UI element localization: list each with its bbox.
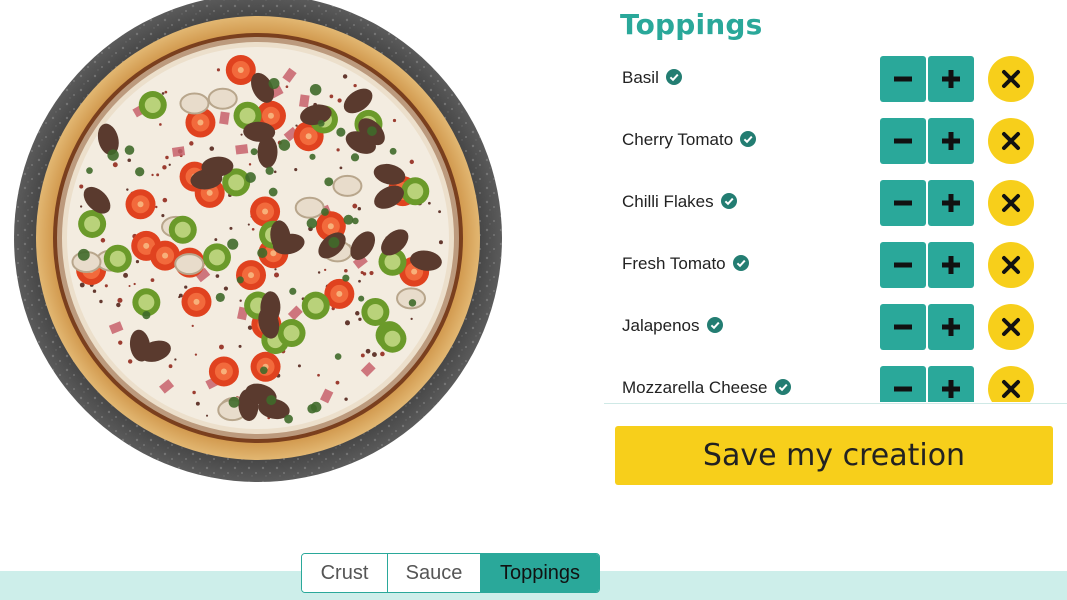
minus-icon	[894, 138, 912, 144]
plus-icon	[942, 132, 960, 150]
topping-label-chilli-flakes: Chilli Flakes	[622, 192, 737, 212]
toppings-list[interactable]: Basil Cherry Tomato Chilli Flakes Fresh …	[604, 46, 1067, 402]
decrease-button[interactable]	[880, 56, 926, 102]
save-creation-button[interactable]: Save my creation	[615, 426, 1053, 485]
quantity-stepper	[880, 56, 974, 102]
topping-row-fresh-tomato: Fresh Tomato	[604, 232, 1067, 294]
pizza-preview	[8, 0, 508, 488]
remove-topping-button[interactable]	[988, 242, 1034, 288]
builder-tabs: Crust Sauce Toppings	[301, 553, 600, 593]
check-circle-icon	[774, 379, 791, 395]
close-icon	[1002, 194, 1020, 212]
close-icon	[1002, 132, 1020, 150]
plus-icon	[942, 194, 960, 212]
increase-button[interactable]	[928, 180, 974, 226]
quantity-stepper	[880, 366, 974, 402]
decrease-button[interactable]	[880, 242, 926, 288]
topping-row-jalapenos: Jalapenos	[604, 294, 1067, 356]
panel-title: Toppings	[620, 8, 763, 41]
decrease-button[interactable]	[880, 118, 926, 164]
increase-button[interactable]	[928, 366, 974, 402]
topping-label-fresh-tomato: Fresh Tomato	[622, 254, 749, 274]
remove-topping-button[interactable]	[988, 180, 1034, 226]
remove-topping-button[interactable]	[988, 118, 1034, 164]
minus-icon	[894, 324, 912, 330]
check-circle-icon	[706, 317, 723, 333]
check-circle-icon	[720, 193, 737, 209]
topping-label-mozzarella-cheese: Mozzarella Cheese	[622, 378, 791, 398]
minus-icon	[894, 386, 912, 392]
tab-crust[interactable]: Crust	[302, 554, 388, 592]
minus-icon	[894, 200, 912, 206]
close-icon	[1002, 380, 1020, 398]
pizza-image	[14, 0, 502, 482]
minus-icon	[894, 76, 912, 82]
close-icon	[1002, 70, 1020, 88]
decrease-button[interactable]	[880, 366, 926, 402]
increase-button[interactable]	[928, 56, 974, 102]
check-circle-icon	[665, 69, 682, 85]
topping-label-jalapenos: Jalapenos	[622, 316, 723, 336]
quantity-stepper	[880, 242, 974, 288]
plus-icon	[942, 70, 960, 88]
remove-topping-button[interactable]	[988, 304, 1034, 350]
pizza-builder-page: Toppings Basil Cherry Tomato Chilli Flak…	[0, 0, 1067, 600]
close-icon	[1002, 318, 1020, 336]
remove-topping-button[interactable]	[988, 56, 1034, 102]
minus-icon	[894, 262, 912, 268]
plus-icon	[942, 256, 960, 274]
remove-topping-button[interactable]	[988, 366, 1034, 402]
decrease-button[interactable]	[880, 180, 926, 226]
increase-button[interactable]	[928, 118, 974, 164]
check-circle-icon	[732, 255, 749, 271]
increase-button[interactable]	[928, 242, 974, 288]
topping-row-basil: Basil	[604, 46, 1067, 108]
topping-row-cherry-tomato: Cherry Tomato	[604, 108, 1067, 170]
plus-icon	[942, 318, 960, 336]
tab-toppings[interactable]: Toppings	[481, 554, 599, 592]
close-icon	[1002, 256, 1020, 274]
quantity-stepper	[880, 304, 974, 350]
topping-label-basil: Basil	[622, 68, 682, 88]
panel-divider	[604, 403, 1067, 404]
topping-label-cherry-tomato: Cherry Tomato	[622, 130, 757, 150]
quantity-stepper	[880, 180, 974, 226]
increase-button[interactable]	[928, 304, 974, 350]
topping-row-mozzarella-cheese: Mozzarella Cheese	[604, 356, 1067, 402]
plus-icon	[942, 380, 960, 398]
toppings-panel: Toppings Basil Cherry Tomato Chilli Flak…	[604, 0, 1067, 410]
decrease-button[interactable]	[880, 304, 926, 350]
quantity-stepper	[880, 118, 974, 164]
topping-row-chilli-flakes: Chilli Flakes	[604, 170, 1067, 232]
check-circle-icon	[740, 131, 757, 147]
tab-sauce[interactable]: Sauce	[388, 554, 481, 592]
